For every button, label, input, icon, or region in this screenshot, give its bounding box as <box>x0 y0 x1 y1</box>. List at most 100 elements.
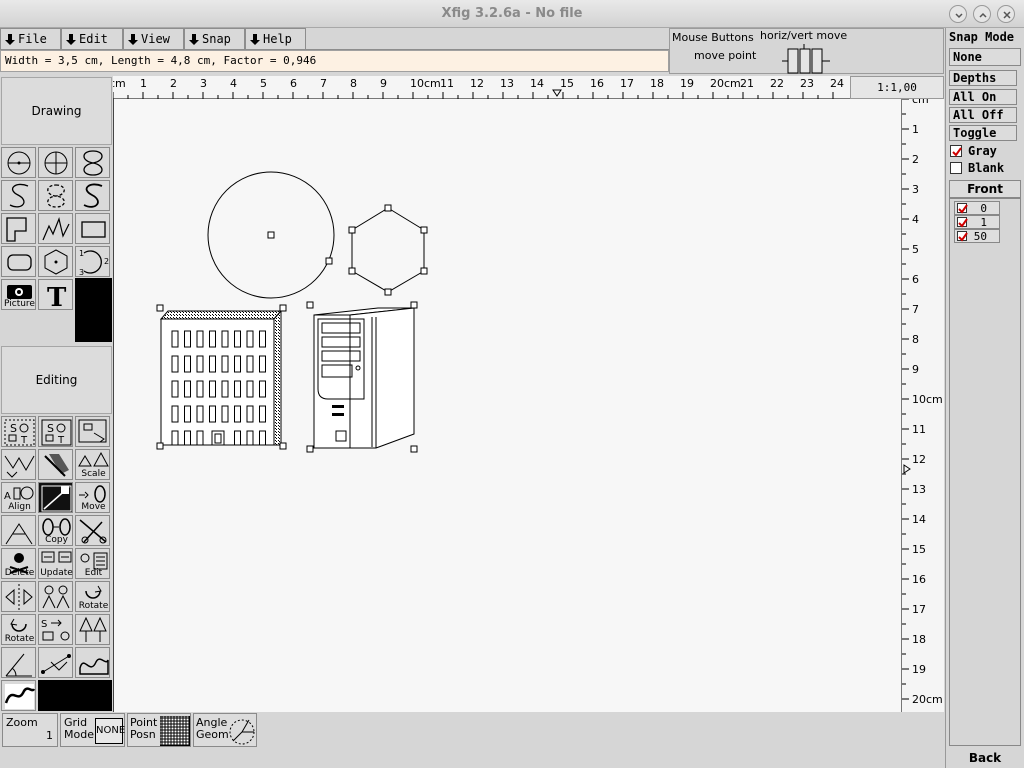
lenmeas-tool[interactable] <box>38 647 73 678</box>
angle-geometry-indicator[interactable]: Angle Geom <box>193 713 257 747</box>
add-delete-point-tool[interactable] <box>1 449 36 480</box>
building-picture-object[interactable] <box>156 304 287 450</box>
open-interp-spline-tool[interactable] <box>75 180 110 211</box>
polyline-tool[interactable] <box>38 213 73 244</box>
zoom-indicator[interactable]: Zoom 1 <box>2 713 58 747</box>
angle-label-2: Geom <box>196 728 229 741</box>
tree-tool[interactable] <box>75 614 110 645</box>
menu-file[interactable]: File <box>0 28 61 50</box>
flip-tool[interactable] <box>1 581 36 612</box>
rotate-tool[interactable]: Rotate <box>75 581 110 612</box>
zoom-scale-label: 1:1,00 <box>850 76 944 99</box>
horizontal-ruler[interactable]: cm12345678910cm11121314151617181920cm212… <box>113 76 850 99</box>
add-point-tool[interactable] <box>1 515 36 546</box>
ruler-h-label: 19 <box>680 77 694 90</box>
edit-tool[interactable]: Edit <box>75 548 110 579</box>
text-tool[interactable]: T <box>38 279 73 311</box>
regular-polygon-tool[interactable] <box>38 246 73 277</box>
scale-tool[interactable]: Scale <box>75 449 110 480</box>
ruler-v-label: 15 <box>912 543 926 556</box>
mouse-panel-title: Mouse Buttons <box>672 31 754 44</box>
gray-checkbox[interactable] <box>950 145 962 157</box>
add-arrow-tool[interactable] <box>38 449 73 480</box>
move-tool[interactable]: Move <box>75 482 110 513</box>
areameas-icon <box>79 658 109 675</box>
vertical-ruler[interactable]: cm 1 2 3 4 5 6 7 8 9 10cm 11 12 13 14 15 16 17 18 19 20cm <box>901 99 944 712</box>
polygon-tool[interactable] <box>1 213 36 244</box>
all-on-button[interactable]: All On <box>949 89 1017 105</box>
depth-row[interactable]: 1 <box>954 215 1000 229</box>
ruler-v-label: 1 <box>912 123 919 136</box>
svg-text:2: 2 <box>104 257 109 266</box>
move-point-tool[interactable] <box>38 482 73 513</box>
maximize-icon[interactable] <box>973 5 991 23</box>
tangent-icon <box>4 684 36 709</box>
rounded-box-tool[interactable] <box>1 246 36 277</box>
depth-checkbox[interactable] <box>957 217 968 228</box>
open-approx-spline-icon <box>9 183 29 208</box>
menu-snap[interactable]: Snap <box>184 28 245 50</box>
drawing-mode-header: Drawing <box>1 77 112 145</box>
mouse-buttons-panel: Mouse Buttons move point horiz/vert move <box>669 28 944 74</box>
close-icon[interactable] <box>997 5 1015 23</box>
tangent-tool[interactable] <box>1 680 36 711</box>
depth-row[interactable]: 50 <box>954 229 1000 243</box>
cut-tool[interactable] <box>75 515 110 546</box>
computer-tower-picture-object[interactable] <box>306 301 418 453</box>
rounded-box-icon <box>7 254 32 271</box>
menu-view[interactable]: View <box>123 28 184 50</box>
canvas-drawing <box>156 171 428 453</box>
arc-tool[interactable]: 1 2 3 <box>75 246 110 277</box>
circle-object[interactable] <box>207 171 335 299</box>
regular-polygon-icon <box>44 249 68 275</box>
update-tool[interactable]: Update <box>38 548 73 579</box>
open-compound-tool[interactable] <box>75 416 110 447</box>
blank-label: Blank <box>968 161 1005 175</box>
ruler-v-label: 20cm <box>912 693 943 706</box>
drawing-canvas[interactable] <box>113 99 901 712</box>
svg-text:S: S <box>10 422 17 435</box>
align-tool[interactable]: A Align <box>1 482 36 513</box>
ruler-h-label: 1 <box>140 77 147 90</box>
box-tool[interactable] <box>75 213 110 244</box>
all-off-button[interactable]: All Off <box>949 107 1017 123</box>
grid-mode-indicator[interactable]: Grid Mode NONE <box>60 713 125 747</box>
convert-tool[interactable]: S <box>38 614 73 645</box>
ruler-v-label: 3 <box>912 183 919 196</box>
flip-people-icon <box>42 585 70 609</box>
circle-by-diameter-tool[interactable] <box>38 147 73 178</box>
closed-approx-spline-tool[interactable] <box>38 180 73 211</box>
anglemeas-tool[interactable] <box>1 647 36 678</box>
depth-row[interactable]: 0 <box>954 201 1000 215</box>
open-approx-spline-tool[interactable] <box>1 180 36 211</box>
ruler-h-label: 12 <box>470 77 484 90</box>
picture-tool[interactable]: Picture <box>1 279 36 310</box>
circle-by-radius-tool[interactable] <box>1 147 36 178</box>
copy-tool[interactable]: Copy <box>38 515 73 546</box>
ruler-v-label: 11 <box>912 423 926 436</box>
menu-bar-filler <box>306 28 669 50</box>
minimize-icon[interactable] <box>949 5 967 23</box>
glue-compound-tool[interactable]: ST <box>1 416 36 447</box>
point-position-indicator[interactable]: Point Posn <box>127 713 191 747</box>
toggle-button[interactable]: Toggle <box>949 125 1017 141</box>
depth-checkbox[interactable] <box>957 203 968 214</box>
menu-help[interactable]: Help <box>245 28 306 50</box>
blank-checkbox[interactable] <box>950 162 962 174</box>
menu-edit[interactable]: Edit <box>61 28 123 50</box>
flip-people-tool[interactable] <box>38 581 73 612</box>
snap-mode-value[interactable]: None <box>949 48 1021 66</box>
break-compound-tool[interactable]: ST <box>38 416 73 447</box>
ruler-h-label: cm <box>113 77 126 90</box>
rotate-ccw-tool[interactable]: Rotate <box>1 614 36 645</box>
ruler-v-label: 6 <box>912 273 919 286</box>
delete-tool[interactable]: Delete <box>1 548 36 579</box>
depth-checkbox[interactable] <box>957 231 968 242</box>
closed-spline-tool[interactable] <box>75 147 110 178</box>
ruler-h-label: 2 <box>170 77 177 90</box>
areameas-tool[interactable] <box>75 647 110 678</box>
ruler-h-label: 9 <box>380 77 387 90</box>
snap-mode-label: Snap Mode <box>949 30 1015 44</box>
text-icon: T <box>47 283 67 311</box>
hexagon-object[interactable] <box>348 204 428 296</box>
